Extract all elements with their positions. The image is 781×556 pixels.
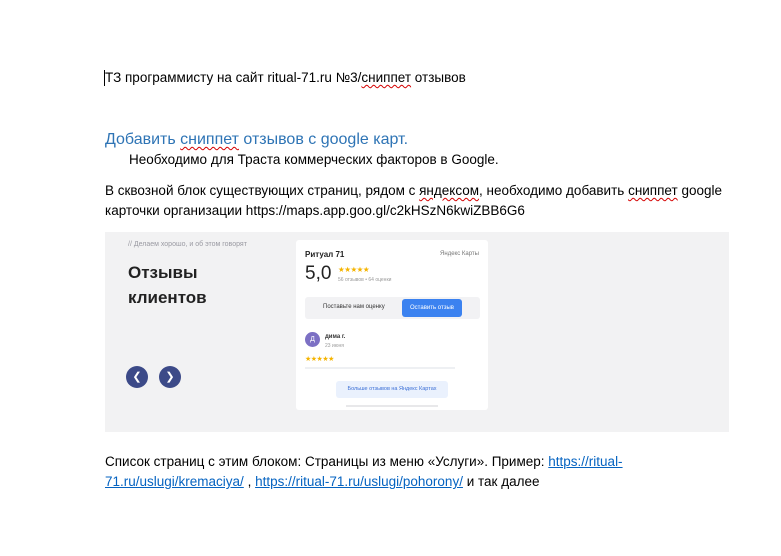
org-name: Ритуал 71 — [305, 250, 345, 259]
doc-title-text: ТЗ программисту на сайт ritual-71.ru №3/ — [105, 70, 362, 85]
source-label[interactable]: Яндекс Карты — [440, 251, 479, 257]
review-counts: 56 отзывов • 64 оценки — [338, 277, 392, 283]
screenshot-heading: Отзывы клиентов — [128, 260, 207, 310]
link-kremaciya-part-2[interactable]: 71.ru/uslugi/kremaciya/ — [105, 474, 244, 489]
doc-title-misspelled[interactable]: сниппет — [361, 70, 411, 85]
chevron-right-icon[interactable]: ❯ — [159, 366, 181, 388]
p1-middle: , необходимо добавить — [479, 183, 629, 198]
rate-label: Поставьте нам оценку — [323, 304, 385, 310]
section-heading-end: отзывов с google карт. — [238, 131, 409, 148]
p4-separator: , — [243, 474, 256, 489]
paragraph-line-3: Список страниц с этим блоком: Страницы и… — [105, 452, 623, 472]
section-heading: Добавить сниппет отзывов с google карт. — [105, 130, 408, 150]
reviews-widget-card: Ритуал 71 Яндекс Карты 5,0 ★★★★★ 56 отзы… — [296, 240, 488, 410]
embedded-screenshot: // Делаем хорошо, и об этом говорят Отзы… — [105, 232, 729, 432]
paragraph-line-1: В сквозной блок существующих страниц, ря… — [105, 181, 722, 201]
p4-tail: и так далее — [462, 474, 540, 489]
paragraph-line-2: карточки организации https://maps.app.go… — [105, 203, 525, 218]
review-text-placeholder — [305, 367, 455, 369]
rating-value: 5,0 — [305, 263, 332, 284]
review-stars: ★★★★★ — [305, 356, 334, 363]
screenshot-tagline: // Делаем хорошо, и об этом говорят — [128, 241, 247, 248]
link-pohorony[interactable]: https://ritual-71.ru/uslugi/pohorony/ — [255, 474, 463, 489]
paragraph-line-4: 71.ru/uslugi/kremaciya/ , https://ritual… — [105, 472, 539, 492]
screenshot-heading-line-1: Отзывы — [128, 263, 198, 282]
reviewer-name: дима г. — [325, 334, 346, 340]
section-heading-start: Добавить — [105, 131, 181, 148]
screenshot-heading-line-2: клиентов — [128, 288, 207, 307]
rating-stars: ★★★★★ — [338, 265, 370, 274]
p1-misspelled-1[interactable]: яндексом — [419, 183, 479, 198]
more-reviews-button[interactable]: Больше отзывов на Яндекс Картах — [336, 381, 448, 398]
leave-review-button[interactable]: Оставить отзыв — [402, 299, 462, 317]
chevron-left-icon[interactable]: ❮ — [126, 366, 148, 388]
doc-title-suffix: отзывов — [411, 70, 466, 85]
avatar: Д — [305, 332, 320, 347]
card-footer-placeholder — [346, 405, 438, 407]
subline: Необходимо для Траста коммерческих факто… — [129, 152, 499, 167]
review-date: 23 июня — [325, 343, 344, 349]
link-kremaciya-part-1[interactable]: https://ritual- — [548, 454, 622, 469]
p3-text: Список страниц с этим блоком: Страницы и… — [105, 454, 549, 469]
p1-misspelled-2[interactable]: сниппет — [628, 183, 678, 198]
rate-box: Поставьте нам оценку Оставить отзыв — [305, 297, 480, 319]
doc-title-line: ТЗ программисту на сайт ritual-71.ru №3/… — [105, 68, 466, 88]
p1-start: В сквозной блок существующих страниц, ря… — [105, 183, 420, 198]
p1-end: google — [677, 183, 722, 198]
section-heading-misspelled[interactable]: сниппет — [180, 131, 239, 148]
